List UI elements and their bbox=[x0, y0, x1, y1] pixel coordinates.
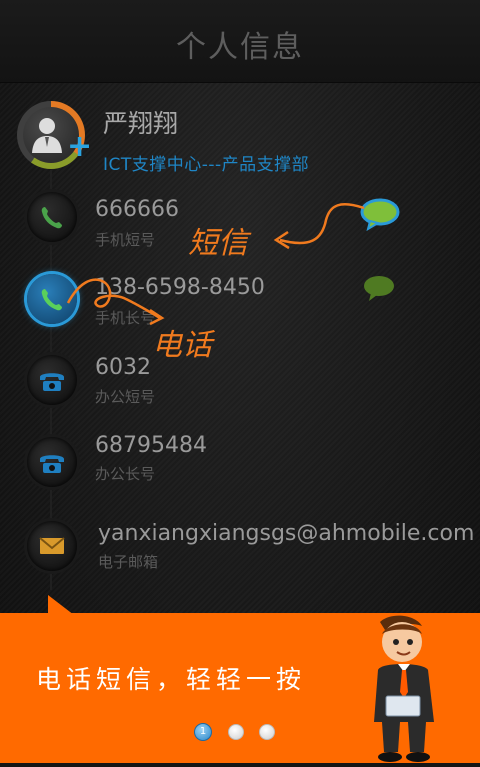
annotation-call: 电话 bbox=[152, 328, 212, 363]
page-dot-active[interactable]: 1 bbox=[194, 723, 212, 741]
page-dot[interactable] bbox=[228, 724, 244, 740]
page-dot[interactable] bbox=[259, 724, 275, 740]
businessman-mascot bbox=[360, 612, 450, 767]
annotation-sms: 短信 bbox=[188, 226, 248, 261]
banner-tail bbox=[48, 595, 74, 615]
banner-text: 电话短信，轻轻一按 bbox=[36, 665, 307, 694]
